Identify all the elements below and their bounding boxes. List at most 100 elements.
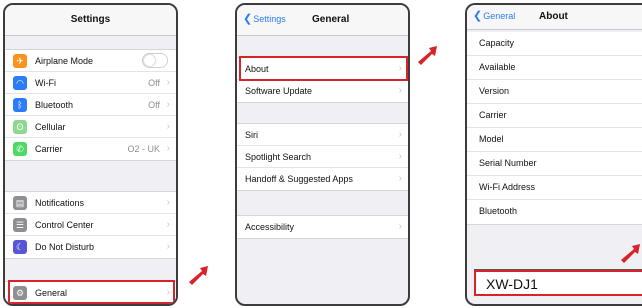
accessibility-row[interactable]: Accessibility › — [237, 216, 408, 238]
carrier-label: Carrier — [35, 144, 63, 154]
chevron-right-icon: › — [398, 151, 402, 162]
general-title: General — [312, 14, 350, 25]
bluetooth-row[interactable]: ᛒ Bluetooth Off › — [5, 94, 176, 116]
settings-navbar: Settings — [5, 5, 176, 36]
airplane-mode-row[interactable]: ✈ Airplane Mode — [5, 50, 176, 72]
general-row[interactable]: ⚙ General › — [5, 282, 176, 304]
chevron-left-icon: ❮ — [243, 13, 253, 25]
capacity-row: Capacity — [467, 32, 642, 56]
pointer-arrow-icon — [189, 266, 208, 285]
chevron-right-icon: › — [398, 85, 402, 96]
serial-number-label: Serial Number — [479, 158, 537, 168]
version-row: Version — [467, 80, 642, 104]
moon-icon: ☾ — [13, 240, 27, 254]
cellular-row[interactable]: ʘ Cellular › — [5, 116, 176, 138]
general-group-accessibility: Accessibility › — [237, 215, 408, 239]
chevron-right-icon: › — [166, 99, 170, 110]
model-row: Model — [467, 128, 642, 152]
wifi-row[interactable]: ◠ Wi-Fi Off › — [5, 72, 176, 94]
control-center-row[interactable]: ☰ Control Center › — [5, 214, 176, 236]
back-label: General — [483, 11, 516, 21]
chevron-right-icon: › — [166, 241, 170, 252]
device-name-field[interactable]: XW-DJ1 — [474, 270, 642, 296]
about-screen: ❮General About Capacity Available Versio… — [465, 3, 642, 306]
chevron-right-icon: › — [398, 221, 402, 232]
do-not-disturb-row[interactable]: ☾ Do Not Disturb › — [5, 236, 176, 258]
general-screen: ❮Settings General About › Software Updat… — [235, 3, 410, 306]
chevron-right-icon: › — [166, 219, 170, 230]
pointer-arrow-icon — [621, 244, 640, 263]
carrier-value: O2 - UK — [127, 144, 160, 154]
notifications-icon: ▤ — [13, 196, 27, 210]
bluetooth-row: Bluetooth — [467, 200, 642, 224]
airplane-mode-label: Airplane Mode — [35, 56, 94, 66]
back-to-settings-button[interactable]: ❮Settings — [243, 13, 286, 25]
about-row[interactable]: About › — [237, 58, 408, 80]
bluetooth-icon: ᛒ — [13, 98, 27, 112]
device-name-value: XW-DJ1 — [486, 276, 538, 292]
wifi-address-label: Wi-Fi Address — [479, 182, 536, 192]
chevron-right-icon: › — [166, 287, 170, 298]
about-label: About — [245, 64, 269, 74]
version-label: Version — [479, 86, 510, 96]
do-not-disturb-label: Do Not Disturb — [35, 242, 95, 252]
airplane-mode-toggle[interactable] — [142, 53, 168, 68]
airplane-icon: ✈ — [13, 54, 27, 68]
software-update-label: Software Update — [245, 86, 313, 96]
serial-number-row: Serial Number — [467, 152, 642, 176]
capacity-label: Capacity — [479, 38, 515, 48]
handoff-label: Handoff & Suggested Apps — [245, 174, 353, 184]
spotlight-search-row[interactable]: Spotlight Search › — [237, 146, 408, 168]
settings-screen: Settings ✈ Airplane Mode ◠ Wi-Fi Off › ᛒ… — [3, 3, 178, 306]
general-group-search: Siri › Spotlight Search › Handoff & Sugg… — [237, 123, 408, 191]
chevron-right-icon: › — [166, 121, 170, 132]
available-label: Available — [479, 62, 516, 72]
carrier-label: Carrier — [479, 110, 507, 120]
chevron-right-icon: › — [398, 63, 402, 74]
carrier-row: Carrier — [467, 104, 642, 128]
wifi-icon: ◠ — [13, 76, 27, 90]
back-label: Settings — [253, 14, 286, 24]
model-label: Model — [479, 134, 504, 144]
about-info-list: Capacity Available Version Carrier Model… — [467, 32, 642, 225]
chevron-right-icon: › — [166, 197, 170, 208]
settings-title: Settings — [70, 14, 111, 25]
general-group-about: About › Software Update › — [237, 57, 408, 103]
notifications-label: Notifications — [35, 198, 85, 208]
control-center-label: Control Center — [35, 220, 94, 230]
gear-icon: ⚙ — [13, 286, 27, 300]
about-title: About — [539, 11, 568, 22]
wifi-label: Wi-Fi — [35, 78, 56, 88]
notifications-row[interactable]: ▤ Notifications › — [5, 192, 176, 214]
carrier-row[interactable]: ✆ Carrier O2 - UK › — [5, 138, 176, 160]
chevron-left-icon: ❮ — [473, 10, 483, 22]
chevron-right-icon: › — [166, 143, 170, 154]
bluetooth-value: Off — [148, 100, 160, 110]
chevron-right-icon: › — [398, 129, 402, 140]
general-navbar: ❮Settings General — [237, 5, 408, 36]
back-to-general-button[interactable]: ❮General — [473, 10, 516, 22]
settings-group-general: ⚙ General › — [5, 281, 176, 304]
bluetooth-label: Bluetooth — [479, 206, 518, 216]
software-update-row[interactable]: Software Update › — [237, 80, 408, 102]
settings-group-connectivity: ✈ Airplane Mode ◠ Wi-Fi Off › ᛒ Bluetoot… — [5, 49, 176, 161]
siri-row[interactable]: Siri › — [237, 124, 408, 146]
pointer-arrow-icon — [418, 46, 437, 65]
chevron-right-icon: › — [166, 77, 170, 88]
control-center-icon: ☰ — [13, 218, 27, 232]
available-row: Available — [467, 56, 642, 80]
accessibility-label: Accessibility — [245, 222, 295, 232]
phone-icon: ✆ — [13, 142, 27, 156]
cellular-icon: ʘ — [13, 120, 27, 134]
bluetooth-label: Bluetooth — [35, 100, 74, 110]
handoff-row[interactable]: Handoff & Suggested Apps › — [237, 168, 408, 190]
chevron-right-icon: › — [398, 173, 402, 184]
siri-label: Siri — [245, 130, 258, 140]
wifi-address-row: Wi-Fi Address — [467, 176, 642, 200]
general-label: General — [35, 288, 68, 298]
about-navbar: ❮General About — [467, 5, 642, 30]
cellular-label: Cellular — [35, 122, 66, 132]
settings-group-system: ▤ Notifications › ☰ Control Center › ☾ D… — [5, 191, 176, 259]
spotlight-search-label: Spotlight Search — [245, 152, 312, 162]
wifi-value: Off — [148, 78, 160, 88]
